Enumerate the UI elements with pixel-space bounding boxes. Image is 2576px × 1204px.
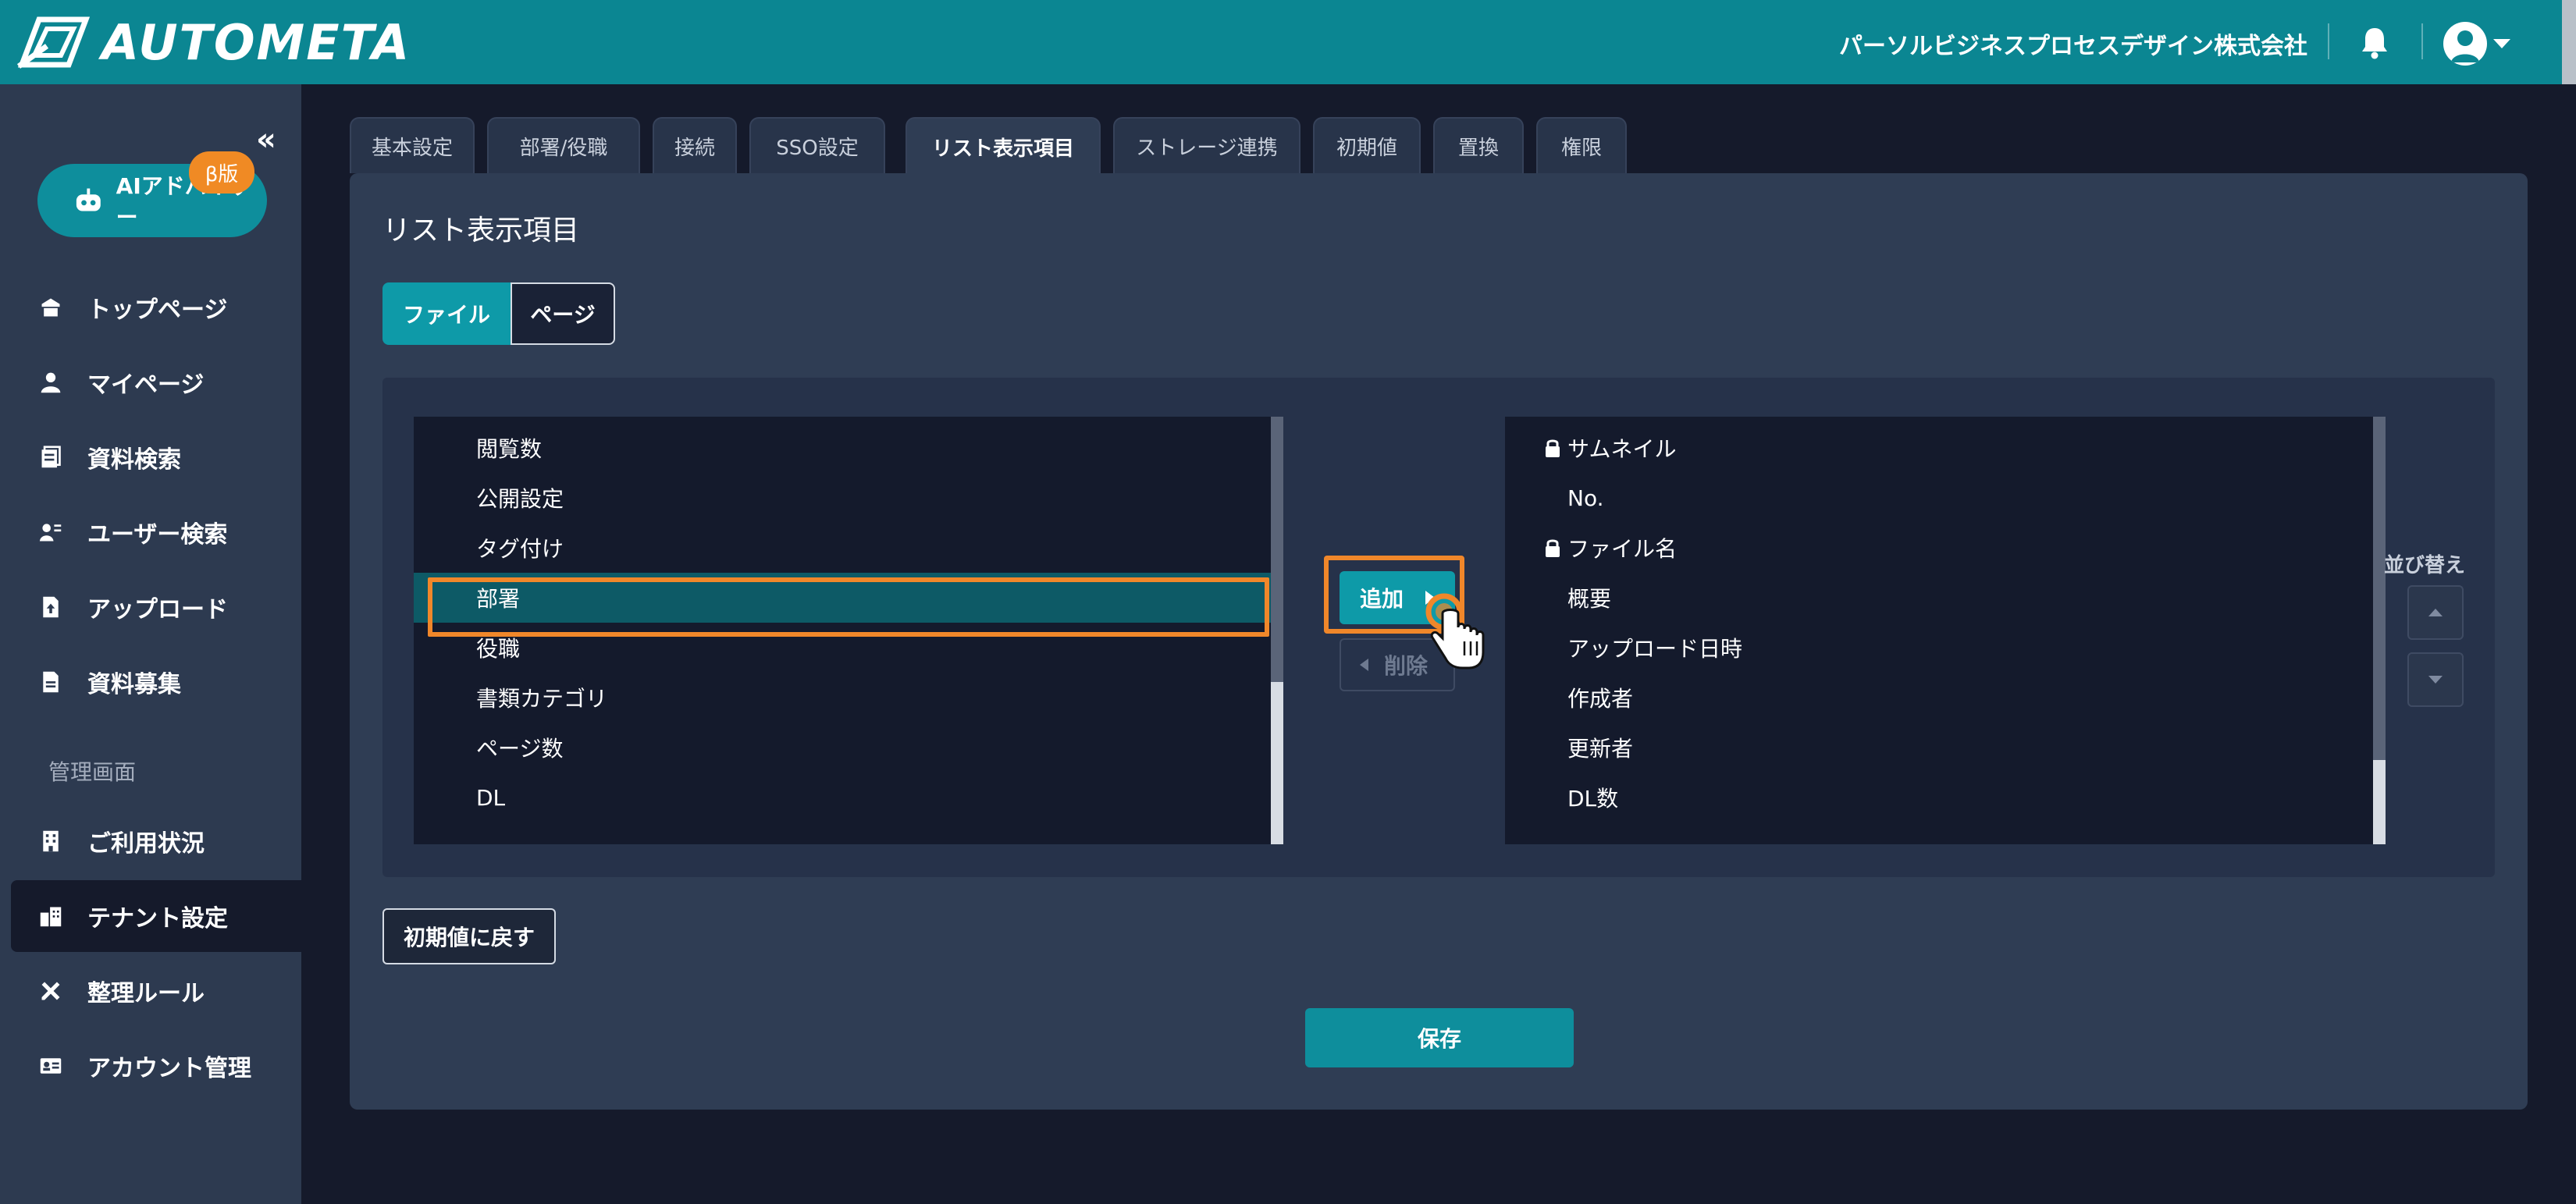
nav-document-search[interactable]: 資料検索 xyxy=(11,421,301,493)
scrollbar-thumb[interactable] xyxy=(2373,417,2386,760)
sort-label: 並び替え xyxy=(2384,554,2466,577)
document-search-icon xyxy=(37,444,64,471)
tab-replace[interactable]: 置換 xyxy=(1433,117,1524,173)
nav-account-management[interactable]: アカウント管理 xyxy=(11,1030,301,1102)
nav-label: 資料検索 xyxy=(87,446,181,474)
reset-to-default-button[interactable]: 初期値に戻す xyxy=(382,908,556,964)
nav-label: テナント設定 xyxy=(87,905,228,932)
tab-storage-integration[interactable]: ストレージ連携 xyxy=(1113,117,1300,173)
list-item[interactable]: ファイル名 xyxy=(1505,523,2386,573)
nav-top-page[interactable]: トップページ xyxy=(11,272,301,343)
autometa-logo-icon xyxy=(16,16,91,69)
selected-item-highlight xyxy=(428,577,1269,637)
tab-sso-settings[interactable]: SSO設定 xyxy=(749,117,885,173)
list-item[interactable]: No. xyxy=(1505,473,2386,523)
logo[interactable]: AUTOMETA xyxy=(16,14,411,71)
list-item[interactable]: 更新者 xyxy=(1505,723,2386,772)
list-item[interactable]: 作成者 xyxy=(1505,673,2386,723)
list-scrollbar[interactable] xyxy=(1271,417,1283,844)
nav-my-page[interactable]: マイページ xyxy=(11,346,301,418)
list-item[interactable]: 書類カテゴリ xyxy=(414,673,1283,723)
company-name: パーソルビジネスプロセスデザイン株式会社 xyxy=(1839,33,2307,60)
segment-file-button[interactable]: ファイル xyxy=(382,282,511,345)
page-title: リスト表示項目 xyxy=(382,215,580,247)
scrollbar-thumb[interactable] xyxy=(1271,417,1283,682)
sort-down-button[interactable] xyxy=(2407,652,2464,707)
nav-label: マイページ xyxy=(87,371,205,399)
nav-tenant-settings[interactable]: テナント設定 xyxy=(11,880,301,952)
user-search-icon xyxy=(37,519,64,545)
hand-cursor-icon xyxy=(1425,593,1485,669)
list-item[interactable]: 公開設定 xyxy=(414,473,1283,523)
bell-icon[interactable] xyxy=(2359,25,2390,59)
list-item[interactable]: 閲覧数 xyxy=(414,423,1283,473)
list-item[interactable]: 概要 xyxy=(1505,573,2386,623)
list-item[interactable]: サムネイル xyxy=(1505,423,2386,473)
sidebar: « AIアドバイザー β版 トップページ マイページ 資料検索 ユーザー検索 ア… xyxy=(0,84,301,1204)
tab-list-display-items[interactable]: リスト表示項目 xyxy=(906,117,1101,175)
window-scrollbar[interactable] xyxy=(2562,0,2576,84)
collapse-sidebar-icon[interactable]: « xyxy=(256,122,276,158)
home-icon xyxy=(37,294,64,321)
id-card-icon xyxy=(37,1053,64,1079)
sort-up-button[interactable] xyxy=(2407,585,2464,640)
tools-icon xyxy=(37,978,64,1004)
tab-initial-values[interactable]: 初期値 xyxy=(1313,117,1421,173)
tab-permissions[interactable]: 権限 xyxy=(1536,117,1627,173)
header-divider xyxy=(2421,23,2423,59)
list-item[interactable]: アップロード日時 xyxy=(1505,623,2386,673)
arrow-left-icon xyxy=(1360,659,1368,671)
app-header: AUTOMETA パーソルビジネスプロセスデザイン株式会社 xyxy=(0,0,2576,84)
robot-icon xyxy=(76,188,101,211)
user-menu[interactable] xyxy=(2443,22,2510,66)
upload-icon xyxy=(37,594,64,620)
nav-usage-status[interactable]: ご利用状況 xyxy=(11,805,301,877)
tab-connection[interactable]: 接続 xyxy=(653,117,737,173)
logo-text: AUTOMETA xyxy=(101,13,411,71)
chevron-down-icon xyxy=(2428,676,2443,684)
nav-label: アップロード xyxy=(87,596,228,623)
nav-label: ご利用状況 xyxy=(87,830,205,858)
nav-label: アカウント管理 xyxy=(87,1055,251,1082)
segment-page-button[interactable]: ページ xyxy=(511,282,615,345)
tab-department-position[interactable]: 部署/役職 xyxy=(487,117,640,173)
chevron-up-icon xyxy=(2428,609,2443,616)
list-item[interactable]: ページ数 xyxy=(414,723,1283,772)
header-divider xyxy=(2328,23,2329,59)
nav-user-search[interactable]: ユーザー検索 xyxy=(11,496,301,568)
user-avatar-icon xyxy=(2443,22,2487,66)
admin-section-label: 管理画面 xyxy=(48,759,137,785)
displayed-columns-list[interactable]: サムネイル No. ファイル名 概要 アップロード日時 作成者 更新者 DL数 xyxy=(1505,417,2386,844)
lock-icon xyxy=(1546,539,1560,557)
file-page-toggle: ファイル ページ xyxy=(382,282,615,345)
nav-label: 整理ルール xyxy=(87,980,205,1007)
tab-basic-settings[interactable]: 基本設定 xyxy=(350,117,475,173)
nav-label: ユーザー検索 xyxy=(87,521,228,549)
building-icon xyxy=(37,828,64,854)
person-icon xyxy=(37,369,64,396)
nav-upload[interactable]: アップロード xyxy=(11,571,301,643)
list-scrollbar[interactable] xyxy=(2373,417,2386,844)
nav-organize-rules[interactable]: 整理ルール xyxy=(11,955,301,1027)
list-item[interactable]: DL数 xyxy=(1505,772,2386,822)
nav-label: トップページ xyxy=(87,297,228,324)
tenant-icon xyxy=(37,903,64,929)
chevron-down-icon xyxy=(2493,39,2510,48)
list-item[interactable]: DL xyxy=(414,772,1283,822)
file-icon xyxy=(37,669,64,695)
nav-label: 資料募集 xyxy=(87,671,181,698)
beta-badge: β版 xyxy=(189,151,254,194)
lock-icon xyxy=(1546,439,1560,457)
save-button[interactable]: 保存 xyxy=(1305,1008,1574,1067)
nav-document-request[interactable]: 資料募集 xyxy=(11,646,301,718)
list-item[interactable]: タグ付け xyxy=(414,523,1283,573)
